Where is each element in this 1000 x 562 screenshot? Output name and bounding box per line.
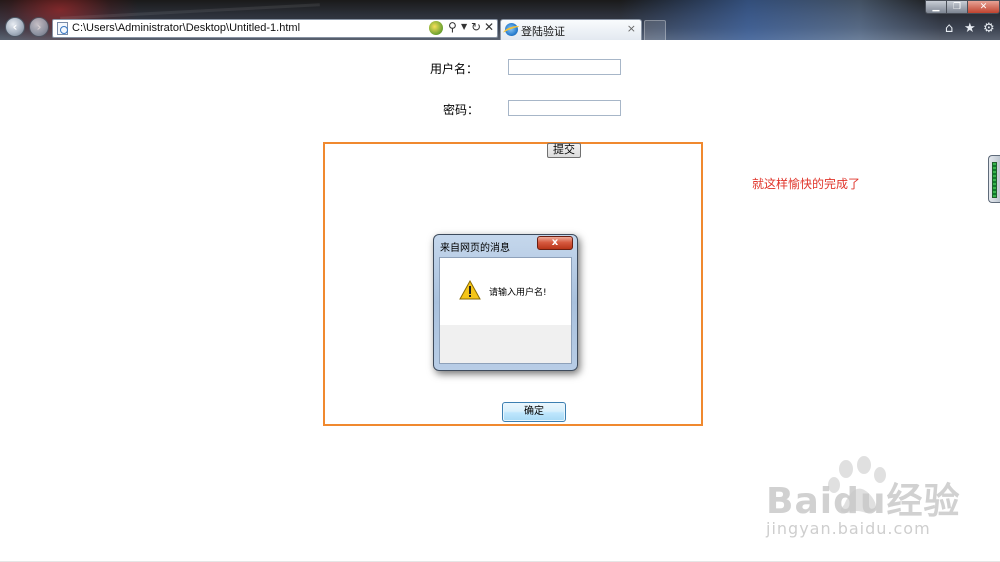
dialog-body: 请输入用户名! 确定 xyxy=(439,257,572,422)
window-close-button[interactable]: ✕ xyxy=(967,0,1000,14)
forward-arrow-icon[interactable]: › xyxy=(29,17,49,37)
submit-button[interactable]: 提交 xyxy=(547,143,581,158)
compatibility-view-icon[interactable] xyxy=(429,21,443,35)
html-page-icon xyxy=(57,22,68,35)
tab-label: 登陆验证 xyxy=(521,25,565,38)
side-meter-widget[interactable] xyxy=(988,155,1000,203)
chrome-background-glow xyxy=(620,0,940,40)
dialog-footer: 确定 xyxy=(440,325,571,422)
username-input[interactable] xyxy=(508,59,621,75)
favorites-star-icon[interactable]: ★ xyxy=(964,21,976,36)
watermark-url: jingyan.baidu.com xyxy=(766,519,931,538)
ie-logo-icon xyxy=(505,23,518,36)
warning-icon xyxy=(459,280,481,300)
address-text[interactable]: C:\Users\Administrator\Desktop\Untitled-… xyxy=(72,22,300,34)
dialog-message: 请输入用户名! xyxy=(489,288,547,298)
maximize-button[interactable]: ❐ xyxy=(946,0,968,14)
home-icon[interactable]: ⌂ xyxy=(945,21,953,36)
new-tab-button[interactable] xyxy=(644,20,666,40)
window-controls: ▁ ❐ ✕ xyxy=(920,0,1000,15)
tab-login[interactable]: 登陆验证 × xyxy=(500,19,642,40)
close-icon[interactable]: × xyxy=(627,22,636,35)
alert-dialog: 来自网页的消息 x 请输入用户名! 确定 xyxy=(433,234,578,422)
password-label: 密码： xyxy=(443,103,480,117)
username-label: 用户名： xyxy=(430,62,479,76)
dialog-close-button[interactable]: x xyxy=(537,236,573,250)
refresh-icon[interactable]: ↻ xyxy=(471,20,481,34)
annotation-text: 就这样愉快的完成了 xyxy=(752,177,861,191)
watermark-brand: Baidu经验 xyxy=(766,481,961,522)
dialog-title: 来自网页的消息 xyxy=(440,243,510,254)
password-input[interactable] xyxy=(508,100,621,116)
stop-icon[interactable]: ✕ xyxy=(484,20,494,34)
search-icon[interactable]: ⚲ xyxy=(448,20,457,34)
ok-button[interactable]: 确定 xyxy=(502,402,566,422)
back-arrow-icon[interactable]: ‹ xyxy=(5,17,25,37)
gear-icon[interactable]: ⚙ xyxy=(983,21,995,36)
browser-chrome: ‹ › C:\Users\Administrator\Desktop\Untit… xyxy=(0,0,1000,40)
meter-bars xyxy=(992,162,997,198)
address-bar[interactable]: C:\Users\Administrator\Desktop\Untitled-… xyxy=(52,19,498,38)
minimize-button[interactable]: ▁ xyxy=(925,0,947,14)
chevron-down-icon[interactable]: ▼ xyxy=(461,22,467,31)
